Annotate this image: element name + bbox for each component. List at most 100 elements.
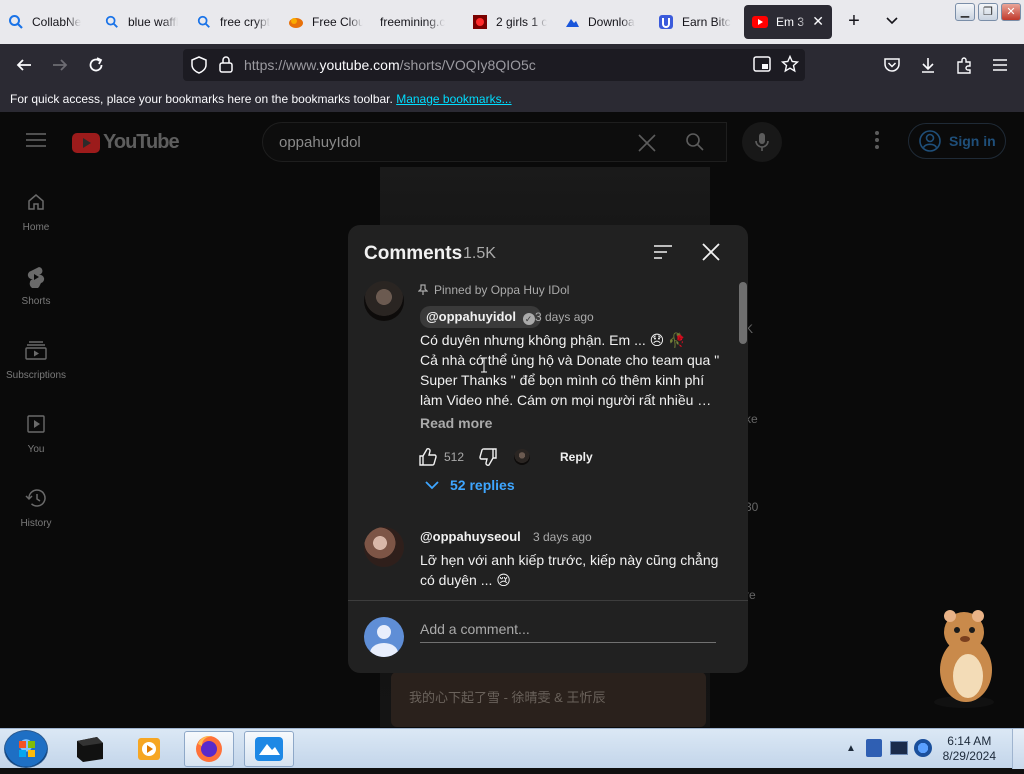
browser-nav-bar: https://www.youtube.com/shorts/VOQIy8QIO… (0, 44, 1024, 86)
show-hidden-icons-arrow[interactable]: ▲ (846, 743, 856, 754)
sidebar-item-label: Home (22, 222, 50, 233)
picture-in-picture-icon[interactable] (753, 56, 771, 77)
bookmark-star-icon[interactable] (780, 54, 800, 78)
hamster-sticker (922, 606, 1006, 711)
pin-icon (418, 284, 428, 295)
comment-time[interactable]: 3 days ago (535, 310, 594, 324)
browser-tab-2-girls[interactable]: 2 girls 1 c (472, 5, 547, 39)
comment-author: @oppahuyidol (426, 309, 516, 324)
taskbar-app-cloud[interactable] (244, 731, 294, 767)
menu-hamburger-icon[interactable] (988, 53, 1012, 77)
taskbar-app-media-player[interactable] (124, 731, 174, 767)
tab-label: Downloa (588, 15, 635, 29)
comment-time[interactable]: 3 days ago (533, 530, 592, 544)
show-desktop-button[interactable] (1012, 729, 1024, 769)
guide-menu-icon[interactable] (26, 132, 46, 153)
browser-tab-earn-bitcoin[interactable]: Earn Bitc (658, 5, 733, 39)
url-bar[interactable]: https://www.youtube.com/shorts/VOQIy8QIO… (183, 49, 805, 81)
sort-icon[interactable] (653, 244, 673, 265)
sidebar-item-subscriptions[interactable]: Subscriptions (0, 340, 72, 381)
voice-search-icon[interactable] (742, 122, 782, 162)
reply-button[interactable]: Reply (560, 450, 593, 464)
browser-tab-freemining[interactable]: freemining.c (380, 5, 455, 39)
shield-icon[interactable] (191, 56, 207, 79)
sign-in-button[interactable]: Sign in (908, 123, 1006, 159)
bookmarks-hint-text: For quick access, place your bookmarks h… (10, 92, 393, 106)
browser-tab-collabne[interactable]: CollabNe (8, 5, 88, 39)
tray-app-icon[interactable] (866, 739, 882, 757)
music-bar: 我的心下起了雪 - 徐晴雯 & 王忻辰 (391, 672, 706, 727)
browser-tab-blue-waffle[interactable]: blue waffl (104, 5, 179, 39)
manage-bookmarks-link[interactable]: Manage bookmarks... (396, 92, 511, 106)
creator-heart-avatar (514, 449, 530, 465)
minimize-window-button[interactable]: ▁ (955, 3, 975, 21)
forward-arrow-icon[interactable] (48, 53, 72, 77)
start-button[interactable] (4, 730, 48, 768)
like-icon[interactable] (418, 447, 438, 472)
close-window-button[interactable]: ✕ (1001, 3, 1021, 21)
pinned-text: Pinned by Oppa Huy IDol (434, 283, 570, 297)
clear-search-icon[interactable] (637, 133, 657, 158)
volume-icon[interactable] (914, 739, 932, 757)
read-more-link[interactable]: Read more (420, 415, 492, 431)
pocket-icon[interactable] (880, 53, 904, 77)
comment-text-line: Cả nhà có thể ủng hộ và Donate cho team … (420, 352, 720, 368)
downloads-icon[interactable] (916, 53, 940, 77)
browser-tab-download[interactable]: Downloa (564, 5, 639, 39)
sidebar-item-home[interactable]: Home (0, 192, 72, 233)
browser-tab-active-youtube[interactable]: Em 3 t ✕ (744, 5, 832, 39)
sidebar-item-you[interactable]: You (0, 414, 72, 455)
close-icon[interactable] (702, 243, 720, 266)
avatar[interactable] (364, 281, 404, 321)
new-tab-icon[interactable]: + (844, 10, 864, 34)
comment-text-line: có duyên ... 😢 (420, 572, 511, 588)
search-icon[interactable] (685, 132, 705, 157)
cloud-icon (288, 14, 304, 30)
sidebar-item-shorts[interactable]: Shorts (0, 266, 72, 307)
comment-author[interactable]: @oppahuyseoul (420, 529, 521, 544)
system-clock[interactable]: 6:14 AM 8/29/2024 (943, 734, 996, 764)
network-icon[interactable] (890, 741, 908, 755)
browser-tab-free-crypto[interactable]: free crypt (196, 5, 271, 39)
site-icon (658, 14, 674, 30)
settings-more-icon[interactable] (874, 130, 880, 155)
comments-scrollbar-thumb[interactable] (739, 282, 747, 344)
extensions-icon[interactable] (952, 53, 976, 77)
list-all-tabs-icon[interactable] (884, 12, 904, 32)
search-icon (196, 14, 212, 30)
youtube-icon (752, 14, 768, 30)
youtube-search-box[interactable]: oppahuyIdol (262, 122, 727, 162)
reload-icon[interactable] (84, 53, 108, 77)
account-circle-icon (919, 130, 941, 152)
browser-tab-free-cloud[interactable]: Free Clou (288, 5, 363, 39)
you-icon (25, 414, 47, 436)
lock-icon[interactable] (219, 56, 233, 78)
close-tab-icon[interactable]: ✕ (812, 13, 824, 30)
youtube-logo[interactable]: YouTube (72, 131, 180, 154)
search-icon (104, 14, 120, 30)
restore-window-button[interactable]: ❐ (978, 3, 998, 21)
pinned-label: Pinned by Oppa Huy IDol (418, 283, 570, 297)
input-underline (420, 642, 716, 643)
avatar[interactable] (364, 527, 404, 567)
tab-label: Free Clou (312, 15, 363, 29)
shorts-icon (25, 266, 47, 289)
taskbar-app-firefox[interactable] (184, 731, 234, 767)
comments-count: 1.5K (463, 245, 496, 262)
comment-author-chip[interactable]: @oppahuyidol ✓ (420, 306, 541, 328)
tab-label: free crypt (220, 15, 271, 29)
url-text[interactable]: https://www.youtube.com/shorts/VOQIy8QIO… (244, 57, 536, 73)
comments-panel: Comments 1.5K Pinned by Oppa Huy IDol @o… (348, 225, 748, 673)
add-comment-input[interactable]: Add a comment... (420, 621, 530, 637)
text-cursor-icon (480, 357, 488, 378)
taskbar-app-terminal[interactable] (64, 731, 114, 767)
youtube-logo-text: YouTube (103, 131, 180, 153)
view-replies-button[interactable]: 52 replies (420, 477, 515, 493)
dislike-icon[interactable] (478, 447, 498, 472)
comment-text-line: Super Thanks " để bọn mình có thêm kinh … (420, 372, 705, 388)
search-input-value[interactable]: oppahuyIdol (279, 134, 361, 151)
windows-logo-icon (19, 741, 35, 757)
sidebar-item-history[interactable]: History (0, 488, 72, 529)
comment-text-line: Có duyên nhưng không phận. Em ... 😞 🥀 (420, 332, 686, 348)
back-arrow-icon[interactable] (12, 53, 36, 77)
